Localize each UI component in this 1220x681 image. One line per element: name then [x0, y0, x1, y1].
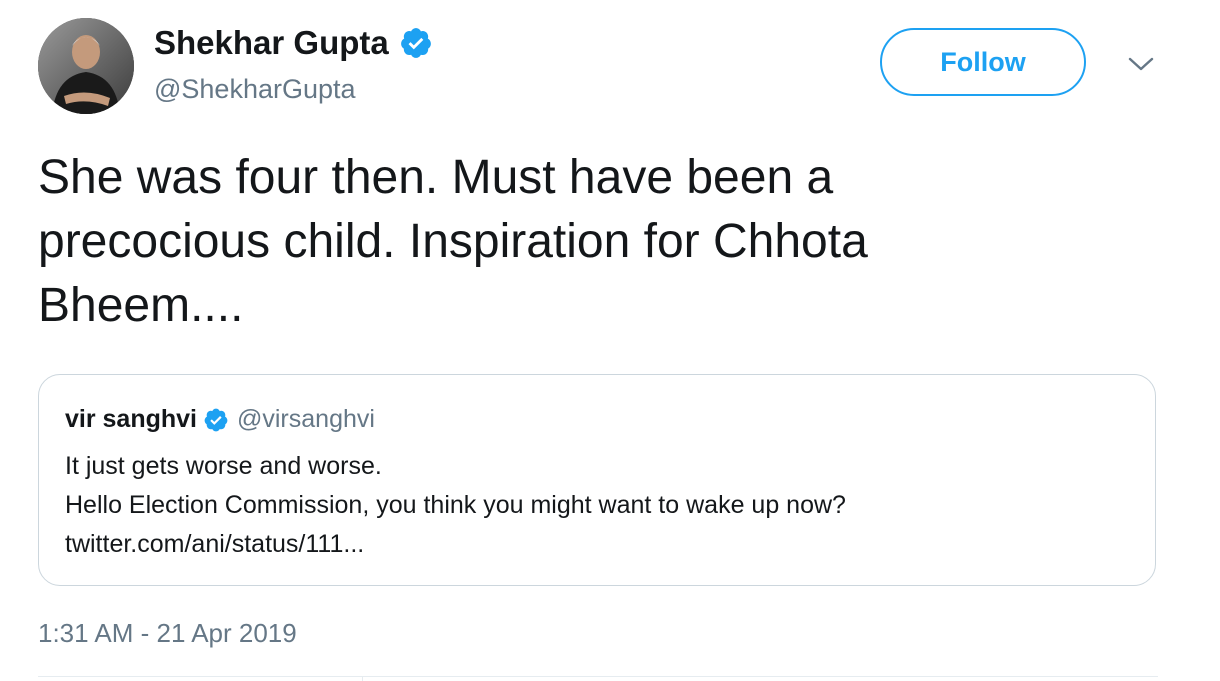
tweet-timestamp[interactable]: 1:31 AM - 21 Apr 2019	[38, 618, 297, 649]
profile-photo-icon	[38, 18, 134, 114]
quoted-tweet-text: It just gets worse and worse. Hello Elec…	[65, 447, 1125, 564]
quoted-author-name: vir sanghvi	[65, 405, 197, 433]
avatar[interactable]	[38, 18, 134, 114]
quoted-tweet-line: It just gets worse and worse.	[65, 452, 382, 480]
verified-badge-icon	[204, 408, 228, 431]
verified-badge-icon	[400, 28, 431, 58]
quoted-tweet-header: vir sanghvi @virsanghvi	[65, 405, 375, 434]
divider	[362, 676, 363, 681]
author-handle[interactable]: @ShekharGupta	[154, 74, 356, 105]
divider	[38, 676, 1158, 677]
follow-button[interactable]: Follow	[880, 28, 1086, 96]
quoted-author-handle: @virsanghvi	[237, 405, 375, 433]
author-name-row[interactable]: Shekhar Gupta	[154, 24, 433, 62]
chevron-down-icon[interactable]	[1126, 54, 1156, 74]
quoted-tweet-line: Hello Election Commission, you think you…	[65, 491, 846, 519]
tweet-text: She was four then. Must have been a prec…	[38, 151, 868, 332]
quoted-tweet[interactable]: vir sanghvi @virsanghvi It just gets wor…	[38, 374, 1156, 586]
author-display-name[interactable]: Shekhar Gupta	[154, 24, 389, 62]
quoted-tweet-link[interactable]: twitter.com/ani/status/111...	[65, 525, 1125, 564]
